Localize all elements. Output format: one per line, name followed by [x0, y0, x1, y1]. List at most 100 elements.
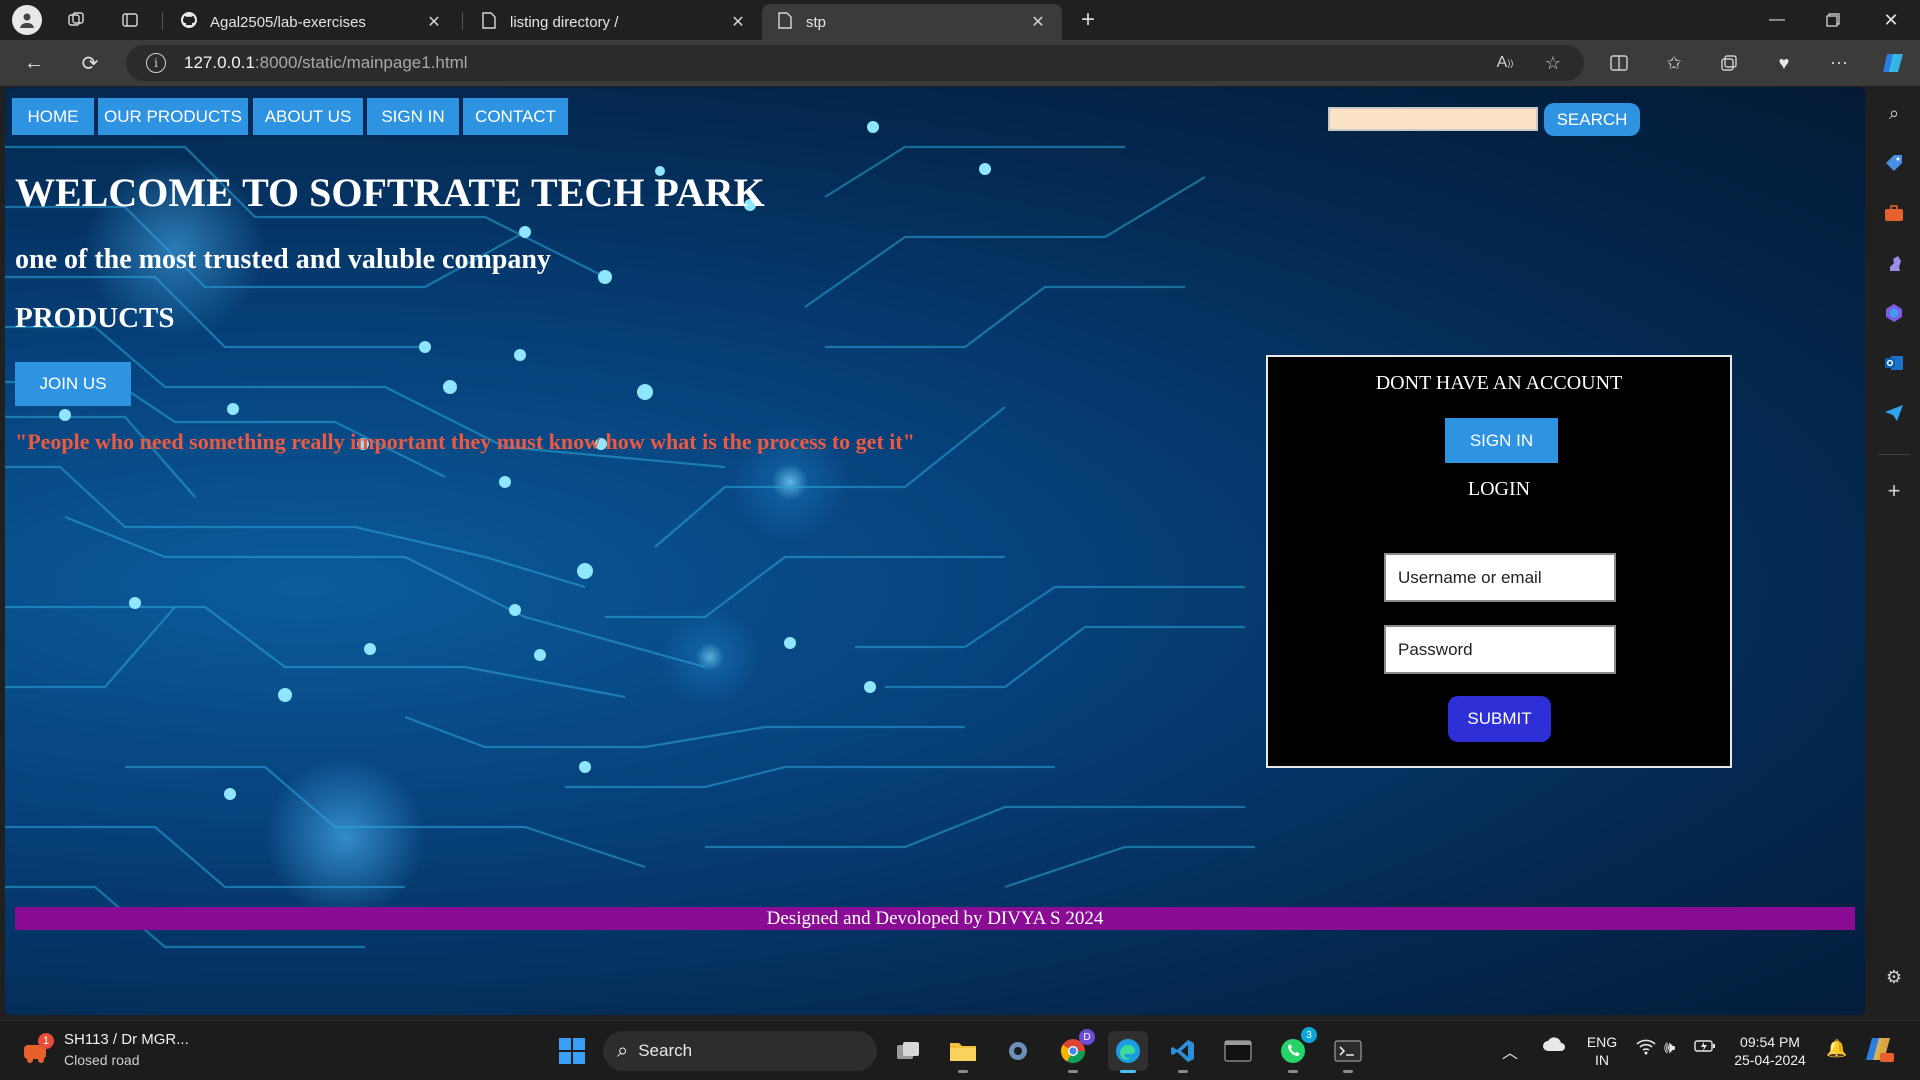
show-hidden-icons-chevron-icon[interactable]: ︿	[1502, 1039, 1518, 1063]
wifi-icon[interactable]	[1636, 1039, 1656, 1060]
page-icon	[480, 11, 498, 33]
chrome-icon[interactable]: D	[1053, 1029, 1095, 1073]
url-path: :8000/static/mainpage1.html	[254, 53, 468, 72]
whatsapp-icon[interactable]: 3	[1273, 1027, 1317, 1073]
favorites-icon[interactable]: ✩	[1659, 48, 1689, 78]
onedrive-cloud-icon[interactable]	[1542, 1035, 1566, 1058]
page-icon	[776, 11, 794, 33]
join-us-button[interactable]: JOIN US	[15, 362, 131, 406]
taskbar-search[interactable]: ⌕ Search	[603, 1031, 877, 1071]
address-bar[interactable]: i 127.0.0.1:8000/static/mainpage1.html	[126, 45, 1584, 81]
workspaces-icon[interactable]	[62, 6, 90, 34]
back-arrow-icon[interactable]: ←	[18, 48, 50, 78]
running-indicator	[1288, 1070, 1298, 1073]
whatsapp-badge: 3	[1301, 1027, 1317, 1043]
volume-icon[interactable]: 🕪	[1664, 1037, 1675, 1058]
nav-sign-in-button[interactable]: SIGN IN	[367, 98, 459, 135]
more-options-icon[interactable]: ⋯	[1824, 48, 1854, 78]
site-info-icon[interactable]: i	[146, 53, 166, 73]
traffic-status: Closed road	[64, 1052, 140, 1068]
footer-credit: Designed and Devoloped by DIVYA S 2024	[15, 907, 1855, 930]
file-explorer-icon[interactable]	[943, 1031, 983, 1073]
quote-text: "People who need something really import…	[15, 429, 915, 454]
battery-icon[interactable]	[1694, 1039, 1716, 1058]
search-input[interactable]	[1328, 107, 1538, 131]
read-aloud-icon[interactable]: A))	[1490, 48, 1520, 78]
card-sign-in-button[interactable]: SIGN IN	[1445, 418, 1558, 463]
browser-toolbar: ← ⟳ i 127.0.0.1:8000/static/mainpage1.ht…	[0, 40, 1920, 86]
language-line-2: IN	[1595, 1052, 1609, 1068]
tab-separator	[462, 12, 463, 30]
traffic-title[interactable]: SH113 / Dr MGR...	[64, 1031, 189, 1048]
add-sidebar-app-plus-icon[interactable]: +	[1879, 476, 1909, 506]
notification-bell-icon[interactable]: 🔔	[1826, 1039, 1847, 1059]
nav-contact-button[interactable]: CONTACT	[463, 98, 568, 135]
tools-briefcase-icon[interactable]	[1879, 198, 1909, 228]
search-icon: ⌕	[617, 1039, 629, 1062]
taskbar-search-label: Search	[638, 1041, 693, 1060]
vscode-icon[interactable]	[1163, 1031, 1203, 1073]
tab-label: Agal2505/lab-exercises	[210, 13, 366, 31]
running-indicator	[1178, 1070, 1188, 1073]
tab-listing-directory[interactable]: listing directory / ✕	[466, 4, 762, 40]
url-host: 127.0.0.1	[184, 53, 255, 72]
edge-browser-icon[interactable]	[1108, 1031, 1148, 1073]
sidebar-search-icon[interactable]: ⌕	[1879, 98, 1909, 128]
shopping-tag-icon[interactable]	[1879, 148, 1909, 178]
nav-about-us-button[interactable]: ABOUT US	[253, 98, 363, 135]
windows-taskbar: 1 SH113 / Dr MGR... Closed road ⌕ Search…	[0, 1020, 1920, 1080]
new-tab-plus-icon[interactable]: +	[1074, 6, 1102, 34]
minimize-icon[interactable]: —	[1750, 0, 1804, 40]
login-heading: LOGIN	[1467, 478, 1531, 500]
nav-home-button[interactable]: HOME	[12, 98, 94, 135]
close-icon[interactable]: ✕	[1028, 12, 1048, 32]
browser-title-bar: Agal2505/lab-exercises ✕ listing directo…	[0, 0, 1920, 40]
password-field[interactable]: Password	[1384, 625, 1616, 674]
microsoft-365-icon[interactable]	[1879, 298, 1909, 328]
page-title: WELCOME TO SOFTRATE TECH PARK	[15, 170, 765, 215]
nav-our-products-button[interactable]: OUR PRODUCTS	[98, 98, 248, 135]
restore-icon[interactable]	[1806, 0, 1860, 40]
clock-time: 09:54 PM	[1740, 1034, 1800, 1050]
tab-separator	[162, 12, 163, 30]
terminal-window-icon[interactable]	[1218, 1031, 1258, 1071]
drop-send-icon[interactable]	[1879, 398, 1909, 428]
username-field[interactable]: Username or email	[1384, 553, 1616, 602]
no-account-heading: DONT HAVE AN ACCOUNT	[1375, 372, 1623, 394]
github-icon	[180, 11, 198, 33]
settings-gear-icon[interactable]	[998, 1031, 1038, 1071]
window-close-icon[interactable]: ✕	[1864, 0, 1918, 40]
page-viewport: HOME OUR PRODUCTS ABOUT US SIGN IN CONTA…	[5, 87, 1865, 1015]
windows-start-icon[interactable]	[552, 1031, 592, 1071]
profile-avatar-icon[interactable]	[12, 5, 42, 35]
sidebar-divider	[1878, 454, 1910, 455]
search-button[interactable]: SEARCH	[1544, 103, 1640, 136]
browser-essentials-heart-icon[interactable]: ♥	[1769, 48, 1799, 78]
favorite-star-icon[interactable]: ☆	[1538, 48, 1568, 78]
running-indicator	[1343, 1070, 1353, 1073]
games-chess-icon[interactable]	[1879, 248, 1909, 278]
tab-label: listing directory /	[510, 13, 619, 31]
tab-github[interactable]: Agal2505/lab-exercises ✕	[166, 4, 458, 40]
language-line-1: ENG	[1586, 1034, 1618, 1050]
copilot-taskbar-icon[interactable]	[1864, 1033, 1896, 1070]
outlook-icon[interactable]	[1879, 348, 1909, 378]
language-indicator[interactable]: ENG IN	[1584, 1033, 1620, 1069]
collections-icon[interactable]	[1714, 48, 1744, 78]
split-screen-icon[interactable]	[1604, 48, 1634, 78]
login-card: DONT HAVE AN ACCOUNT SIGN IN LOGIN Usern…	[1266, 355, 1732, 768]
task-view-icon[interactable]	[888, 1031, 928, 1071]
sidebar-settings-gear-icon[interactable]: ⚙	[1879, 962, 1909, 992]
refresh-icon[interactable]: ⟳	[74, 48, 106, 78]
submit-button[interactable]: SUBMIT	[1448, 696, 1551, 742]
close-icon[interactable]: ✕	[424, 12, 444, 32]
close-icon[interactable]: ✕	[728, 12, 748, 32]
tab-stp[interactable]: stp ✕	[762, 4, 1062, 40]
tab-actions-icon[interactable]	[116, 6, 144, 34]
traffic-widget-icon[interactable]: 1	[20, 1033, 58, 1069]
running-indicator	[1068, 1070, 1078, 1073]
clock[interactable]: 09:54 PM 25-04-2024	[1730, 1033, 1810, 1069]
copilot-icon[interactable]	[1877, 46, 1911, 80]
windows-terminal-icon[interactable]	[1328, 1031, 1368, 1073]
chrome-profile-badge: D	[1079, 1029, 1095, 1045]
